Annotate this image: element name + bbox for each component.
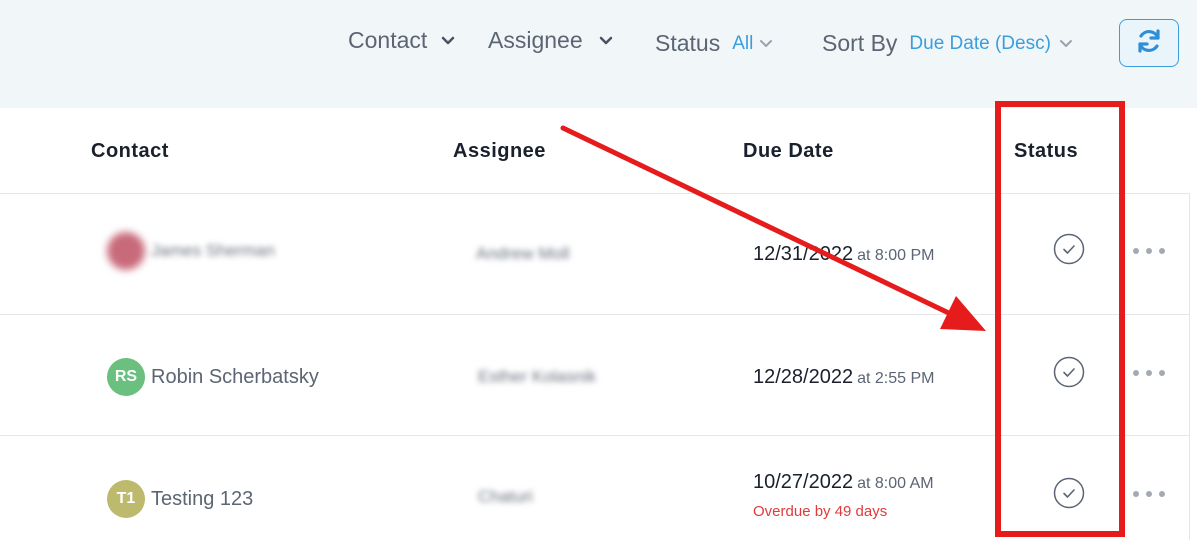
status-filter-label: Status	[655, 30, 721, 56]
contact-cell[interactable]: James Sherman	[107, 232, 275, 270]
avatar	[107, 232, 145, 270]
contact-filter-label: Contact	[348, 27, 428, 53]
contact-filter[interactable]: Contact	[348, 27, 455, 54]
avatar: T1	[107, 480, 145, 518]
sort-by-filter[interactable]: Sort By Due Date (Desc)	[822, 30, 1073, 57]
more-options-icon[interactable]	[1133, 246, 1165, 256]
contact-name: Robin Scherbatsky	[151, 365, 319, 388]
column-header-assignee[interactable]: Assignee	[453, 140, 546, 163]
assignee-name: Esther Kolasnik	[478, 367, 597, 386]
sort-by-label: Sort By	[822, 30, 898, 56]
due-date: 10/27/2022	[753, 471, 854, 493]
status-filter-value: All	[732, 32, 754, 54]
due-time: at 8:00 PM	[857, 247, 935, 264]
chevron-down-icon	[1059, 39, 1073, 49]
column-header-due-date[interactable]: Due Date	[743, 140, 834, 163]
avatar: RS	[107, 358, 145, 396]
due-date-cell: 12/31/2022 at 8:00 PM	[753, 243, 934, 266]
chevron-down-icon	[759, 39, 773, 49]
chevron-down-icon	[441, 36, 455, 46]
column-header-contact[interactable]: Contact	[91, 140, 169, 163]
contact-cell[interactable]: RS Robin Scherbatsky	[107, 358, 319, 396]
status-filter[interactable]: Status All	[655, 30, 773, 57]
refresh-icon	[1133, 25, 1165, 62]
contact-name: James Sherman	[151, 241, 275, 260]
assignee-name: Andrew Moll	[476, 244, 570, 263]
due-date: 12/31/2022	[753, 243, 854, 265]
more-options-icon[interactable]	[1133, 489, 1165, 499]
sort-by-value: Due Date (Desc)	[909, 32, 1051, 54]
due-date: 12/28/2022	[753, 366, 854, 388]
contact-name: Testing 123	[151, 487, 254, 510]
assignee-filter[interactable]: Assignee	[488, 27, 613, 54]
due-date-cell: 12/28/2022 at 2:55 PM	[753, 366, 934, 389]
annotation-highlight-box	[995, 101, 1125, 537]
assignee-filter-label: Assignee	[488, 27, 583, 53]
filter-bar: Contact Assignee Status All Sort By Due …	[0, 0, 1197, 108]
due-time: at 2:55 PM	[857, 370, 935, 387]
refresh-button[interactable]	[1119, 19, 1179, 67]
contact-cell[interactable]: T1 Testing 123	[107, 480, 253, 518]
assignee-name: Chaturi	[478, 487, 533, 506]
overdue-label: Overdue by 49 days	[753, 503, 888, 520]
chevron-down-icon	[599, 36, 613, 46]
due-time: at 8:00 AM	[857, 475, 934, 492]
due-date-cell: 10/27/2022 at 8:00 AM Overdue by 49 days	[753, 471, 934, 520]
table-right-border	[1189, 193, 1190, 540]
more-options-icon[interactable]	[1133, 368, 1165, 378]
